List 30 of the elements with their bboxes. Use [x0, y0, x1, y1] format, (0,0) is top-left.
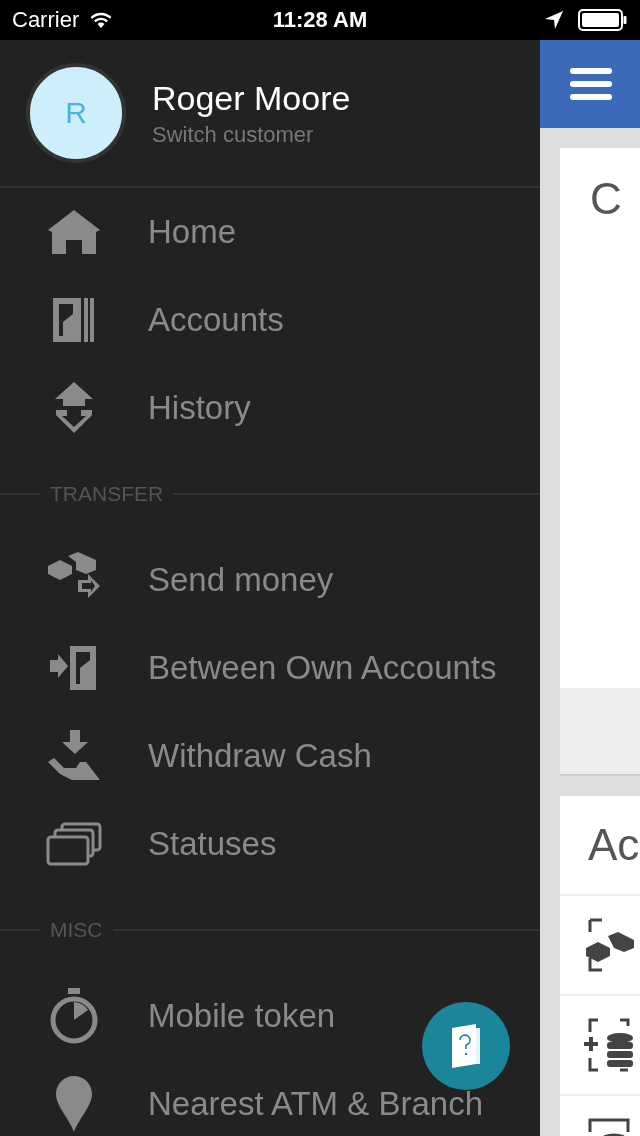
hand-arrow-icon: [46, 730, 102, 782]
map-pin-icon: [54, 1076, 94, 1132]
help-book-icon: [450, 1024, 482, 1068]
menu-item[interactable]: Withdraw Cash: [0, 712, 540, 800]
wifi-icon: [89, 11, 114, 29]
menu-item[interactable]: Mobile token: [0, 972, 540, 1060]
stopwatch-icon: [48, 988, 100, 1044]
coins-icon: [584, 1018, 634, 1072]
menu-icon[interactable]: [570, 68, 612, 100]
clock-time: 11:28 AM: [272, 7, 368, 33]
stacked-windows-icon: [46, 822, 102, 866]
menu-item[interactable]: History: [0, 364, 540, 452]
menu-item[interactable]: Home: [0, 188, 540, 276]
house-icon: [46, 208, 102, 256]
menu-item[interactable]: Statuses: [0, 800, 540, 888]
customer-name: Roger Moore: [152, 78, 351, 118]
card-title: Ac: [588, 820, 640, 870]
menu-item[interactable]: Accounts: [0, 276, 540, 364]
menu-item[interactable]: Send money: [0, 536, 540, 624]
battery-icon: [578, 9, 628, 31]
menu-item[interactable]: Between Own Accounts: [0, 624, 540, 712]
menu-item[interactable]: Nearest ATM & Branch: [0, 1060, 540, 1136]
switch-customer-link[interactable]: Switch customer: [152, 121, 351, 148]
up-down-arrows-icon: [53, 382, 95, 434]
boxes-icon: [584, 918, 634, 972]
arrow-into-card-icon: [50, 644, 98, 692]
card-title: C: [590, 174, 622, 223]
carrier-name: Carrier: [12, 7, 80, 33]
location-arrow-icon: [544, 10, 564, 30]
cards-icon: [53, 296, 95, 344]
